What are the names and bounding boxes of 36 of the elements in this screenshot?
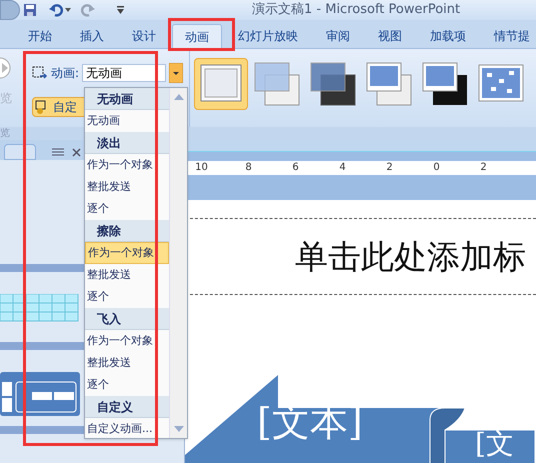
ruler-label: 6 bbox=[291, 162, 300, 174]
animation-label: 动画: bbox=[51, 65, 80, 82]
ribbon-tab[interactable]: 设计 bbox=[120, 24, 168, 48]
ribbon-tab[interactable]: 情节提 bbox=[482, 24, 536, 48]
menu-group-header: 擦除 bbox=[85, 220, 169, 242]
ribbon-tab[interactable]: 视图 bbox=[366, 24, 414, 48]
menu-item[interactable]: 整批发送 bbox=[85, 264, 169, 286]
ruler-label: 0 bbox=[432, 162, 441, 174]
title-placeholder[interactable]: 单击此处添加标 bbox=[295, 232, 526, 282]
menu-item[interactable]: 逐个 bbox=[85, 374, 169, 396]
ribbon-tab[interactable]: 幻灯片放映 bbox=[226, 24, 310, 48]
menu-item[interactable]: 作为一个对象 bbox=[85, 154, 169, 176]
menu-item[interactable]: 逐个 bbox=[85, 286, 169, 308]
menu-item[interactable]: 作为一个对象 bbox=[85, 330, 169, 352]
menu-group-header: 无动画 bbox=[85, 88, 169, 110]
menu-item[interactable]: 逐个 bbox=[85, 198, 169, 220]
menu-group-header: 淡出 bbox=[85, 132, 169, 154]
animation-combobox[interactable]: 无动画 bbox=[82, 64, 166, 82]
ruler-label: 2 bbox=[479, 162, 488, 174]
ruler-label: 4 bbox=[338, 162, 347, 174]
group-label: 览 bbox=[0, 128, 10, 138]
ruler-label: 8 bbox=[244, 162, 253, 174]
menu-item[interactable]: 整批发送 bbox=[85, 352, 169, 374]
menu-item[interactable]: 作为一个对象 bbox=[85, 242, 169, 264]
menu-item[interactable]: 自定义动画... bbox=[85, 418, 169, 440]
ruler-label: 10 bbox=[195, 162, 208, 174]
menu-item[interactable]: 整批发送 bbox=[85, 176, 169, 198]
menu-group-header: 自定义 bbox=[85, 396, 169, 418]
ribbon-tab[interactable]: 加载项 bbox=[418, 24, 478, 48]
ribbon-tab[interactable]: 审阅 bbox=[314, 24, 362, 48]
ribbon-tab[interactable]: 插入 bbox=[68, 24, 116, 48]
menu-group-header: 飞入 bbox=[85, 308, 169, 330]
ruler-label: 2 bbox=[385, 162, 394, 174]
window-title: 演示文稿1 - Microsoft PowerPoint bbox=[252, 1, 460, 20]
ribbon-tab[interactable]: 动画 bbox=[172, 24, 222, 48]
ribbon-tab[interactable]: 开始 bbox=[16, 24, 64, 48]
